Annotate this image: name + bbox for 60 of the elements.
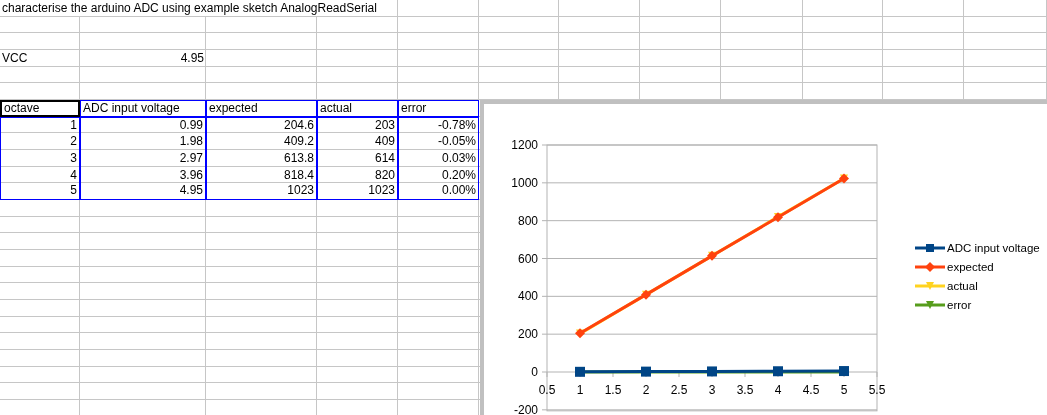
column-header[interactable]: expected bbox=[206, 99, 317, 117]
legend-label: ADC input voltage bbox=[947, 242, 1040, 254]
axis-tick-label: 2.5 bbox=[670, 383, 688, 397]
table-cell: 613.8 bbox=[206, 149, 317, 167]
axis-tick-label: 600 bbox=[517, 251, 538, 266]
legend-icon bbox=[915, 301, 945, 309]
table-cell: 409 bbox=[317, 133, 398, 150]
table-cell: 3 bbox=[0, 149, 80, 167]
column-header[interactable]: octave bbox=[0, 99, 80, 117]
axis-tick-label: 4.5 bbox=[802, 383, 820, 397]
legend-label: actual bbox=[947, 280, 978, 292]
axis-tick-label: 4 bbox=[774, 383, 782, 397]
axis-tick-label: 5 bbox=[840, 383, 848, 397]
table-cell: 1 bbox=[0, 116, 80, 134]
table-cell: 0.20% bbox=[398, 166, 479, 184]
table-cell: -0.78% bbox=[398, 116, 479, 134]
table-cell: 1023 bbox=[206, 183, 317, 200]
table-cell: 0.99 bbox=[80, 116, 206, 134]
table-cell: 3.96 bbox=[80, 166, 206, 184]
table-cell: 409.2 bbox=[206, 133, 317, 150]
axis-tick-label: 3 bbox=[708, 383, 716, 397]
cell-value: 4.95 bbox=[179, 49, 205, 67]
table-cell: 4.95 bbox=[80, 183, 206, 200]
table-cell: 203 bbox=[317, 116, 398, 134]
table-cell: 614 bbox=[317, 149, 398, 167]
table-cell: 1.98 bbox=[80, 133, 206, 150]
column-header[interactable]: error bbox=[398, 99, 479, 117]
axis-tick-label: 1 bbox=[576, 383, 584, 397]
table-cell: 0.03% bbox=[398, 149, 479, 167]
axis-tick-label: -200 bbox=[513, 402, 538, 415]
legend-icon bbox=[915, 282, 945, 290]
axis-tick-label: 0 bbox=[531, 365, 538, 379]
axis-tick-label: 400 bbox=[517, 289, 538, 304]
axis-tick-label: 200 bbox=[517, 327, 538, 342]
cell-label: VCC bbox=[1, 49, 29, 67]
table-cell: 2.97 bbox=[80, 149, 206, 167]
table-cell: 4 bbox=[0, 166, 80, 184]
legend-label: error bbox=[947, 299, 972, 311]
axis-tick-label: 1.5 bbox=[604, 383, 622, 397]
table-cell: 0.00% bbox=[398, 183, 479, 200]
axis-tick-label: 800 bbox=[517, 213, 538, 228]
axis-tick-label: 5.5 bbox=[868, 383, 886, 397]
table-cell: 204.6 bbox=[206, 116, 317, 134]
legend-label: expected bbox=[947, 261, 994, 273]
table-cell: 2 bbox=[0, 133, 80, 150]
axis-tick-label: 1000 bbox=[511, 175, 538, 190]
table-cell: 820 bbox=[317, 166, 398, 184]
legend-icon bbox=[915, 244, 945, 252]
table-cell: -0.05% bbox=[398, 133, 479, 150]
column-header[interactable]: ADC input voltage bbox=[80, 99, 206, 117]
axis-tick-label: 3.5 bbox=[736, 383, 754, 397]
table-cell: 1023 bbox=[317, 183, 398, 200]
table-cell: 5 bbox=[0, 183, 80, 200]
table-cell: 818.4 bbox=[206, 166, 317, 184]
legend-icon bbox=[915, 262, 945, 272]
sheet-title: characterise the arduino ADC using example sketch AnalogReadSerial bbox=[0, 0, 379, 16]
axis-tick-label: 1200 bbox=[511, 138, 538, 152]
axis-tick-label: 2 bbox=[642, 383, 650, 397]
axis-tick-label: 0.5 bbox=[538, 383, 556, 397]
column-header[interactable]: actual bbox=[317, 99, 398, 117]
